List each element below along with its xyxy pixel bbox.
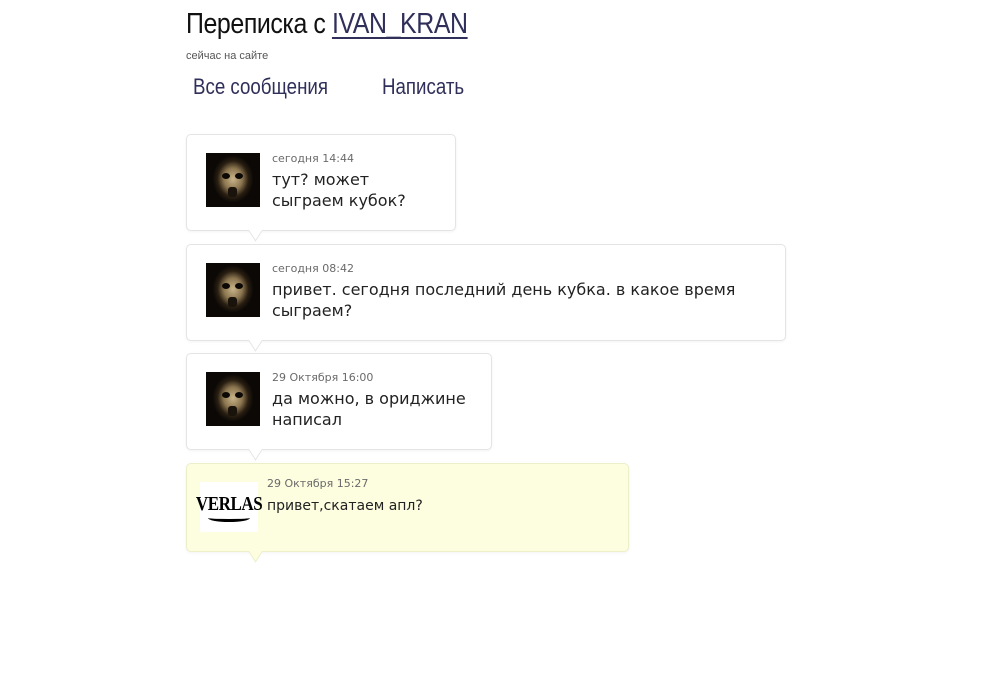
- message-bubble-own: VERLAS 29 Октября 15:27 привет,скатаем а…: [186, 463, 629, 552]
- mask-eye: [222, 392, 230, 398]
- avatar[interactable]: [206, 263, 260, 317]
- mask-eye: [222, 173, 230, 179]
- username-link[interactable]: IVAN_KRAN: [332, 8, 468, 40]
- avatar[interactable]: [206, 153, 260, 207]
- mask-eye: [235, 392, 243, 398]
- message-text: привет,скатаем апл?: [267, 498, 423, 514]
- all-messages-link[interactable]: Все сообщения: [193, 74, 328, 100]
- avatar[interactable]: [206, 372, 260, 426]
- mask-eye: [235, 173, 243, 179]
- message-timestamp: сегодня 08:42: [272, 262, 354, 275]
- mask-mouth: [228, 187, 237, 197]
- verlas-logo: VERLAS: [195, 492, 263, 515]
- avatar[interactable]: VERLAS: [196, 482, 263, 532]
- message-bubble: 29 Октября 16:00 да можно, в ориджине на…: [186, 353, 492, 450]
- conversation-nav: Все сообщения Написать: [193, 74, 478, 100]
- message-timestamp: 29 Октября 16:00: [272, 371, 374, 384]
- mask-mouth: [228, 406, 237, 416]
- online-status: сейчас на сайте: [186, 50, 269, 62]
- page-title: Переписка с IVAN_KRAN: [186, 8, 468, 41]
- message-bubble: сегодня 08:42 привет. сегодня последний …: [186, 244, 786, 341]
- message-text: тут? может сыграем кубок?: [272, 170, 406, 210]
- message-text: привет. сегодня последний день кубка. в …: [272, 280, 736, 320]
- message-text: да можно, в ориджине написал: [272, 389, 466, 429]
- mask-eye: [222, 283, 230, 289]
- message-timestamp: сегодня 14:44: [272, 152, 354, 165]
- mask-mouth: [228, 297, 237, 307]
- write-link[interactable]: Написать: [382, 74, 464, 100]
- message-bubble: сегодня 14:44 тут? может сыграем кубок?: [186, 134, 456, 231]
- mask-eye: [235, 283, 243, 289]
- title-prefix: Переписка с: [186, 8, 326, 40]
- message-timestamp: 29 Октября 15:27: [267, 477, 369, 490]
